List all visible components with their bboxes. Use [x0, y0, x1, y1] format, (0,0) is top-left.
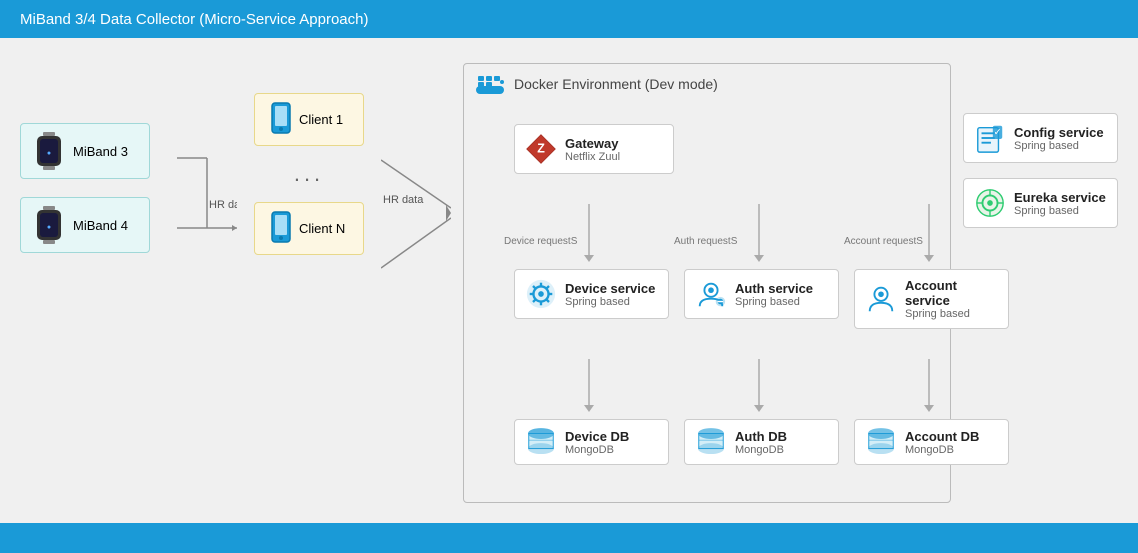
account-service-name: Account service: [905, 278, 998, 308]
phone-icon-n: [271, 211, 291, 246]
svg-text:Device requestS: Device requestS: [504, 236, 578, 247]
bottom-bar: [0, 523, 1138, 553]
svg-text:HR data: HR data: [209, 199, 237, 211]
miband4-label: MiBand 4: [73, 218, 128, 233]
gateway-icon: Z: [525, 133, 557, 165]
account-db-text: Account DB MongoDB: [905, 429, 979, 456]
clientN-box: Client N: [254, 202, 364, 255]
auth-db-name: Auth DB: [735, 429, 787, 444]
device-service-text: Device service Spring based: [565, 281, 655, 308]
eureka-service-name: Eureka service: [1014, 190, 1106, 205]
docker-section: Docker Environment (Dev mode): [463, 63, 951, 503]
device-service-sub: Spring based: [565, 296, 655, 308]
devices-section: ● MiBand 3 ● MiBand 4: [20, 63, 165, 253]
app-title: MiBand 3/4 Data Collector (Micro-Service…: [20, 11, 368, 28]
device-db-name: Device DB: [565, 429, 629, 444]
account-service-text: Account service Spring based: [905, 278, 998, 320]
gateway-text: Gateway Netflix Zuul: [565, 136, 620, 163]
auth-db-sub: MongoDB: [735, 444, 787, 456]
right-services-section: ✓ Config service Spring based: [963, 63, 1118, 228]
svg-text:Account requestS: Account requestS: [844, 236, 923, 247]
eureka-service-box: Eureka service Spring based: [963, 178, 1118, 228]
account-db-icon: [865, 428, 897, 456]
docker-label: Docker Environment (Dev mode): [474, 72, 940, 96]
account-db-sub: MongoDB: [905, 444, 979, 456]
clients-arrow: HR data: [381, 113, 451, 313]
left-connectors: HR data: [177, 113, 237, 313]
svg-text:✓: ✓: [994, 126, 1002, 137]
svg-text:●: ●: [47, 150, 51, 157]
gateway-box: Z Gateway Netflix Zuul: [514, 124, 674, 174]
config-service-sub: Spring based: [1014, 140, 1104, 152]
docker-env-label: Docker Environment (Dev mode): [514, 76, 718, 92]
eureka-service-text: Eureka service Spring based: [1014, 190, 1106, 217]
client1-label: Client 1: [299, 112, 343, 127]
auth-service-box: Auth service Spring based: [684, 269, 839, 319]
auth-db-box: Auth DB MongoDB: [684, 419, 839, 465]
auth-service-icon: [695, 278, 727, 310]
auth-service-name: Auth service: [735, 281, 813, 296]
docker-icon: [474, 72, 506, 96]
svg-text:HR data: HR data: [383, 194, 424, 206]
auth-service-text: Auth service Spring based: [735, 281, 813, 308]
auth-db-text: Auth DB MongoDB: [735, 429, 787, 456]
watch-icon: ●: [33, 132, 65, 170]
config-service-box: ✓ Config service Spring based: [963, 113, 1118, 163]
miband3-label: MiBand 3: [73, 144, 128, 159]
device-service-icon: [525, 278, 557, 310]
config-service-icon: ✓: [974, 122, 1006, 154]
miband3-box: ● MiBand 3: [20, 123, 150, 179]
device-db-box: Device DB MongoDB: [514, 419, 669, 465]
gateway-name: Gateway: [565, 136, 620, 151]
client1-box: Client 1: [254, 93, 364, 146]
svg-text:Auth requestS: Auth requestS: [674, 236, 738, 247]
title-bar: MiBand 3/4 Data Collector (Micro-Service…: [0, 0, 1138, 38]
phone-icon-1: [271, 102, 291, 137]
device-service-box: Device service Spring based: [514, 269, 669, 319]
auth-db-icon: [695, 428, 727, 456]
account-service-box: Account service Spring based: [854, 269, 1009, 329]
clientN-label: Client N: [299, 221, 345, 236]
svg-text:Z: Z: [537, 142, 545, 156]
miband4-box: ● MiBand 4: [20, 197, 150, 253]
account-service-sub: Spring based: [905, 308, 998, 320]
config-service-text: Config service Spring based: [1014, 125, 1104, 152]
account-db-name: Account DB: [905, 429, 979, 444]
config-service-name: Config service: [1014, 125, 1104, 140]
auth-service-sub: Spring based: [735, 296, 813, 308]
device-db-icon: [525, 428, 557, 456]
clients-section: Client 1 ... Client N: [249, 63, 369, 255]
device-service-name: Device service: [565, 281, 655, 296]
device-db-sub: MongoDB: [565, 444, 629, 456]
watch-icon-2: ●: [33, 206, 65, 244]
gateway-sub: Netflix Zuul: [565, 151, 620, 163]
svg-text:●: ●: [47, 224, 51, 231]
eureka-service-sub: Spring based: [1014, 205, 1106, 217]
account-db-box: Account DB MongoDB: [854, 419, 1009, 465]
eureka-service-icon: [974, 187, 1006, 219]
device-db-text: Device DB MongoDB: [565, 429, 629, 456]
dots: ...: [294, 161, 324, 187]
account-service-icon: [865, 283, 897, 315]
